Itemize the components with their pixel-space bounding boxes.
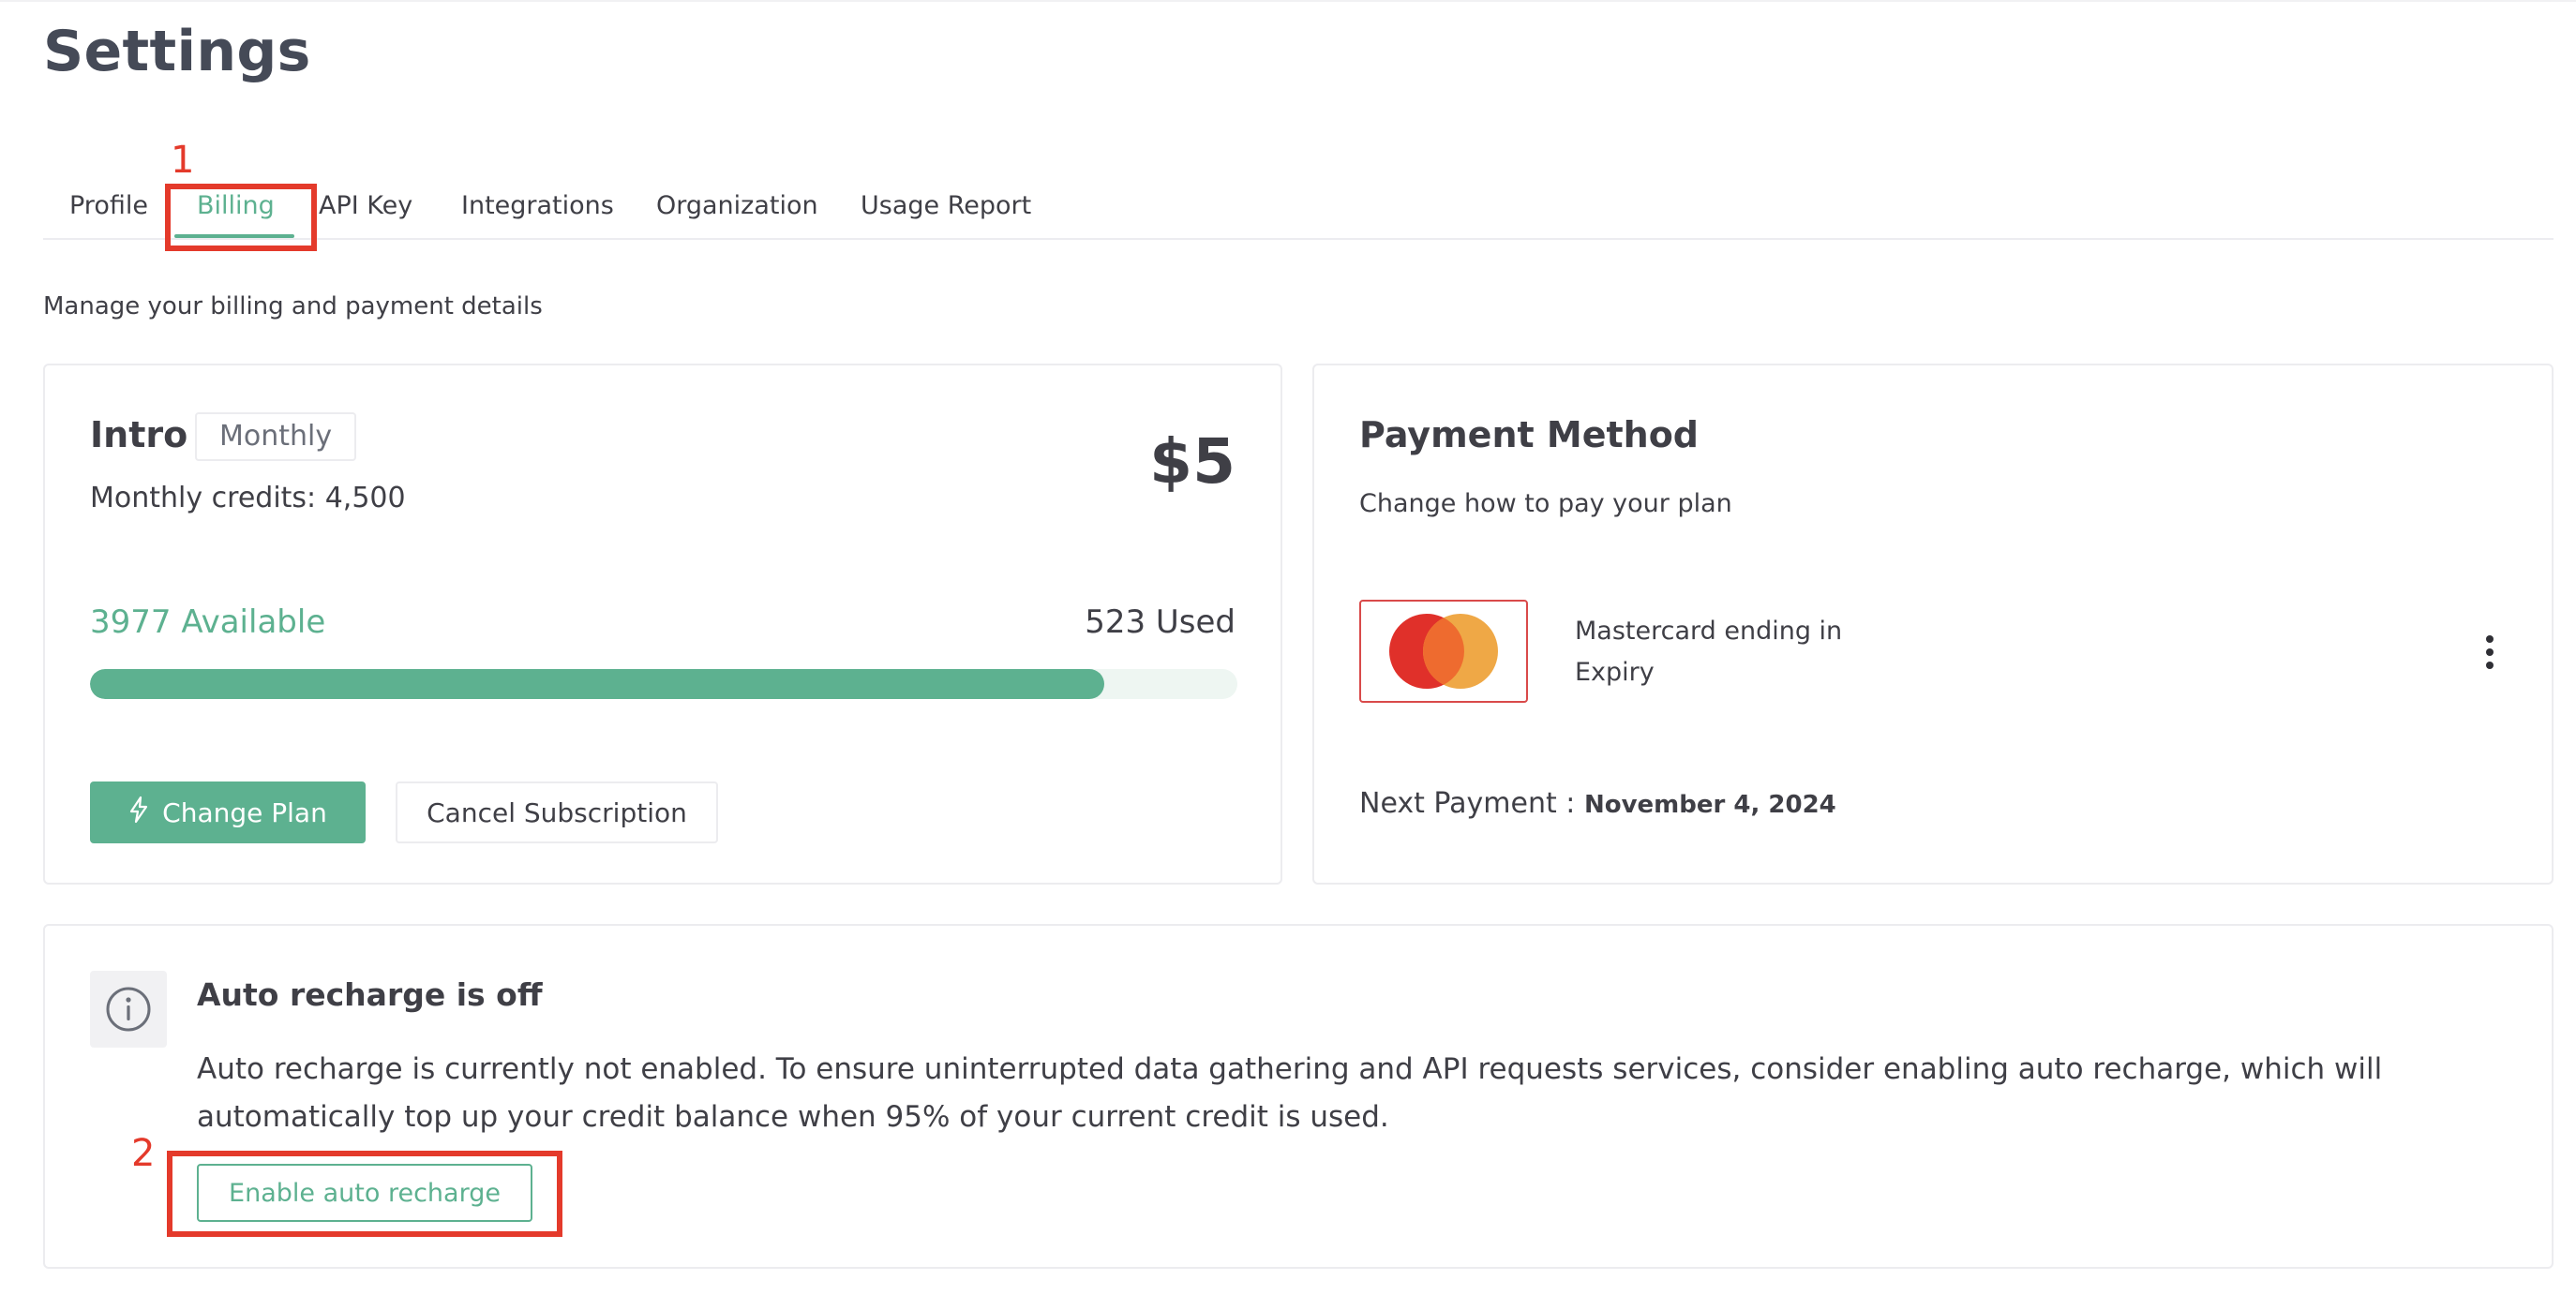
payment-method-subtitle: Change how to pay your plan — [1359, 489, 1732, 518]
payment-method-title: Payment Method — [1359, 414, 1700, 455]
settings-tabs: Profile Billing API Key Integrations Org… — [43, 174, 2554, 240]
auto-recharge-title: Auto recharge is off — [197, 976, 543, 1013]
next-payment-label: Next Payment : — [1359, 787, 1576, 820]
annotation-label-2: 2 — [131, 1132, 156, 1175]
tab-integrations[interactable]: Integrations — [461, 191, 614, 220]
monthly-credits: Monthly credits: 4,500 — [90, 482, 406, 514]
credits-progress-fill — [90, 669, 1104, 699]
tab-usage-report[interactable]: Usage Report — [861, 191, 1031, 220]
tab-organization[interactable]: Organization — [656, 191, 818, 220]
card-description: Mastercard ending in — [1575, 617, 1843, 646]
next-payment-date: November 4, 2024 — [1583, 791, 1836, 819]
annotation-box-2 — [167, 1151, 562, 1237]
payment-method-card: Payment Method Change how to pay your pl… — [1312, 364, 2554, 885]
annotation-label-1: 1 — [171, 139, 195, 182]
next-payment: Next Payment : November 4, 2024 — [1359, 787, 1836, 820]
plan-price: $5 — [1149, 425, 1236, 498]
annotation-box-1 — [165, 184, 317, 251]
tab-api-key[interactable]: API Key — [319, 191, 412, 220]
cancel-subscription-button[interactable]: Cancel Subscription — [396, 781, 718, 843]
plan-period-badge: Monthly — [195, 412, 357, 461]
credits-used: 523 Used — [1085, 603, 1236, 641]
credits-progress-bar — [90, 669, 1237, 699]
plan-card: Intro Monthly $5 Monthly credits: 4,500 … — [43, 364, 1282, 885]
change-plan-button[interactable]: Change Plan — [90, 781, 366, 843]
plan-name: Intro — [90, 414, 188, 455]
settings-page: Settings Profile Billing API Key Integra… — [0, 0, 2576, 1295]
info-icon — [90, 971, 167, 1048]
credits-available: 3977 Available — [90, 603, 326, 641]
top-divider — [0, 0, 2576, 2]
page-subtitle: Manage your billing and payment details — [43, 292, 543, 320]
auto-recharge-description: Auto recharge is currently not enabled. … — [197, 1052, 2383, 1134]
lightning-icon — [128, 796, 149, 830]
card-expiry: Expiry — [1575, 658, 1655, 687]
tab-profile[interactable]: Profile — [69, 191, 148, 220]
more-options-icon[interactable] — [2480, 632, 2499, 673]
mastercard-icon — [1359, 600, 1528, 703]
change-plan-label: Change Plan — [162, 796, 327, 828]
page-title: Settings — [43, 19, 311, 84]
